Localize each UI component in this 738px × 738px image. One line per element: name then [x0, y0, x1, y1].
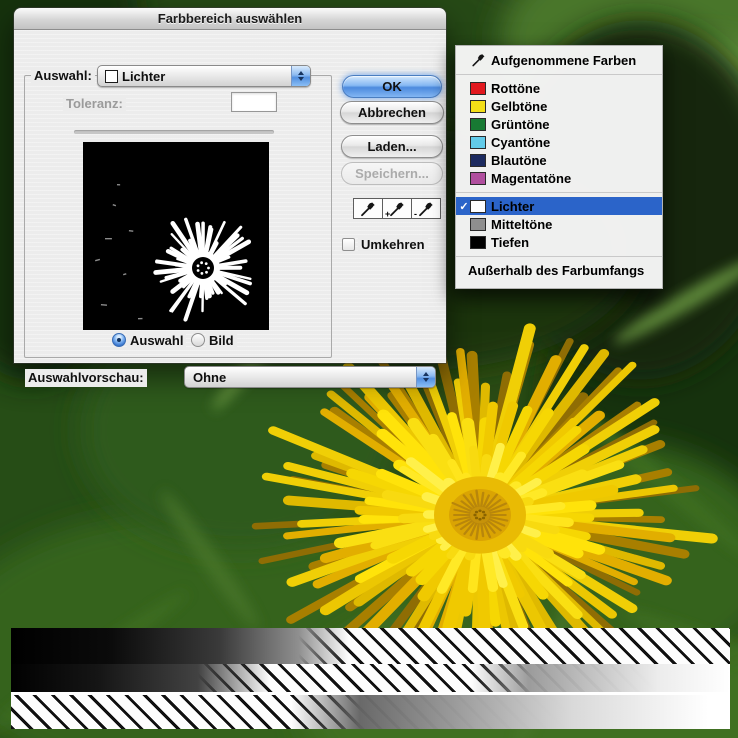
menu-separator — [456, 251, 662, 261]
menu-item-cyantoene[interactable]: Cyantöne — [456, 133, 662, 151]
save-button[interactable]: Speichern... — [341, 162, 443, 185]
eyedropper-icon — [472, 54, 485, 67]
menu-separator — [456, 187, 662, 197]
radio-bild-label: Bild — [206, 332, 237, 350]
selection-preview-label: Auswahlvorschau: — [25, 369, 147, 387]
select-dropdown-menu: Aufgenommene Farben Rottöne Gelbtöne Grü… — [455, 45, 663, 289]
screenshot-root: Farbbereich auswählen Auswahl: Lichter T… — [0, 0, 738, 738]
dialog-body: Auswahl: Lichter Toleranz: Auswahl Bild … — [14, 30, 446, 388]
select-dropdown[interactable]: Lichter — [97, 65, 311, 87]
load-button[interactable]: Laden... — [341, 135, 443, 158]
arrow-up-icon — [298, 68, 304, 75]
yellow-swatch — [470, 99, 486, 113]
cyan-swatch — [470, 135, 486, 149]
eyedropper-plus-button[interactable]: + — [382, 198, 412, 219]
menu-item-gruentoene[interactable]: Grüntöne — [456, 115, 662, 133]
tolerance-bar-bottom — [11, 695, 730, 729]
invert-label: Umkehren — [358, 236, 428, 254]
green-swatch — [470, 117, 486, 131]
menu-item-magentatoene[interactable]: Magentatöne — [456, 169, 662, 187]
radio-auswahl[interactable] — [112, 333, 126, 347]
blue-swatch — [470, 153, 486, 167]
eyedropper-plus-icon — [390, 201, 404, 216]
menu-item-lichter[interactable]: ✓ Lichter — [456, 197, 662, 215]
selected-range-swatch — [105, 69, 118, 83]
menu-item-ausserhalb-farbumfang[interactable]: Außerhalb des Farbumfangs — [456, 261, 662, 279]
red-swatch — [470, 81, 486, 95]
stepper-cap — [416, 367, 435, 387]
dialog-title: Farbbereich auswählen — [157, 11, 303, 26]
menu-item-blautoene[interactable]: Blautöne — [456, 151, 662, 169]
arrow-down-icon — [423, 378, 429, 385]
menu-item-tiefen[interactable]: Tiefen — [456, 233, 662, 251]
tolerance-illustration — [11, 628, 730, 730]
checkmark-icon: ✓ — [459, 200, 469, 213]
cancel-button[interactable]: Abbrechen — [340, 101, 444, 124]
eyedropper-tools: + - — [353, 198, 441, 219]
menu-item-aufgenommene-farben[interactable]: Aufgenommene Farben — [456, 51, 662, 69]
tolerance-input[interactable] — [231, 92, 277, 112]
ok-button[interactable]: OK — [342, 75, 442, 98]
tolerance-slider — [74, 130, 274, 134]
menu-item-rottoene[interactable]: Rottöne — [456, 79, 662, 97]
select-label: Auswahl: — [31, 67, 95, 85]
selection-mask-image — [83, 142, 269, 330]
white-swatch — [470, 199, 486, 213]
eyedropper-icon — [361, 201, 375, 216]
radio-bild[interactable] — [191, 333, 205, 347]
tolerance-label: Toleranz: — [63, 95, 126, 113]
tolerance-bar-middle — [11, 664, 730, 692]
select-dropdown-value: Lichter — [122, 68, 166, 84]
menu-item-gelbtoene[interactable]: Gelbtöne — [456, 97, 662, 115]
menu-separator — [456, 69, 662, 79]
selection-preview-dropdown[interactable]: Ohne — [184, 366, 436, 388]
eyedropper-minus-button[interactable]: - — [411, 198, 441, 219]
invert-checkbox[interactable] — [342, 238, 355, 251]
gray-swatch — [470, 217, 486, 231]
stepper-cap — [291, 66, 310, 86]
minus-glyph: - — [414, 209, 417, 219]
selection-preview-thumbnail — [83, 142, 269, 330]
magenta-swatch — [470, 171, 486, 185]
eyedropper-button[interactable] — [353, 198, 383, 219]
radio-auswahl-label: Auswahl — [127, 332, 187, 350]
eyedropper-minus-icon — [419, 201, 433, 216]
dialog-titlebar[interactable]: Farbbereich auswählen — [14, 8, 446, 30]
tolerance-bar-top — [11, 628, 730, 664]
black-swatch — [470, 235, 486, 249]
selection-preview-value: Ohne — [193, 369, 227, 385]
arrow-down-icon — [298, 77, 304, 84]
menu-item-mitteltoene[interactable]: Mitteltöne — [456, 215, 662, 233]
color-range-dialog: Farbbereich auswählen Auswahl: Lichter T… — [14, 8, 446, 388]
plus-glyph: + — [385, 209, 391, 219]
arrow-up-icon — [423, 369, 429, 376]
